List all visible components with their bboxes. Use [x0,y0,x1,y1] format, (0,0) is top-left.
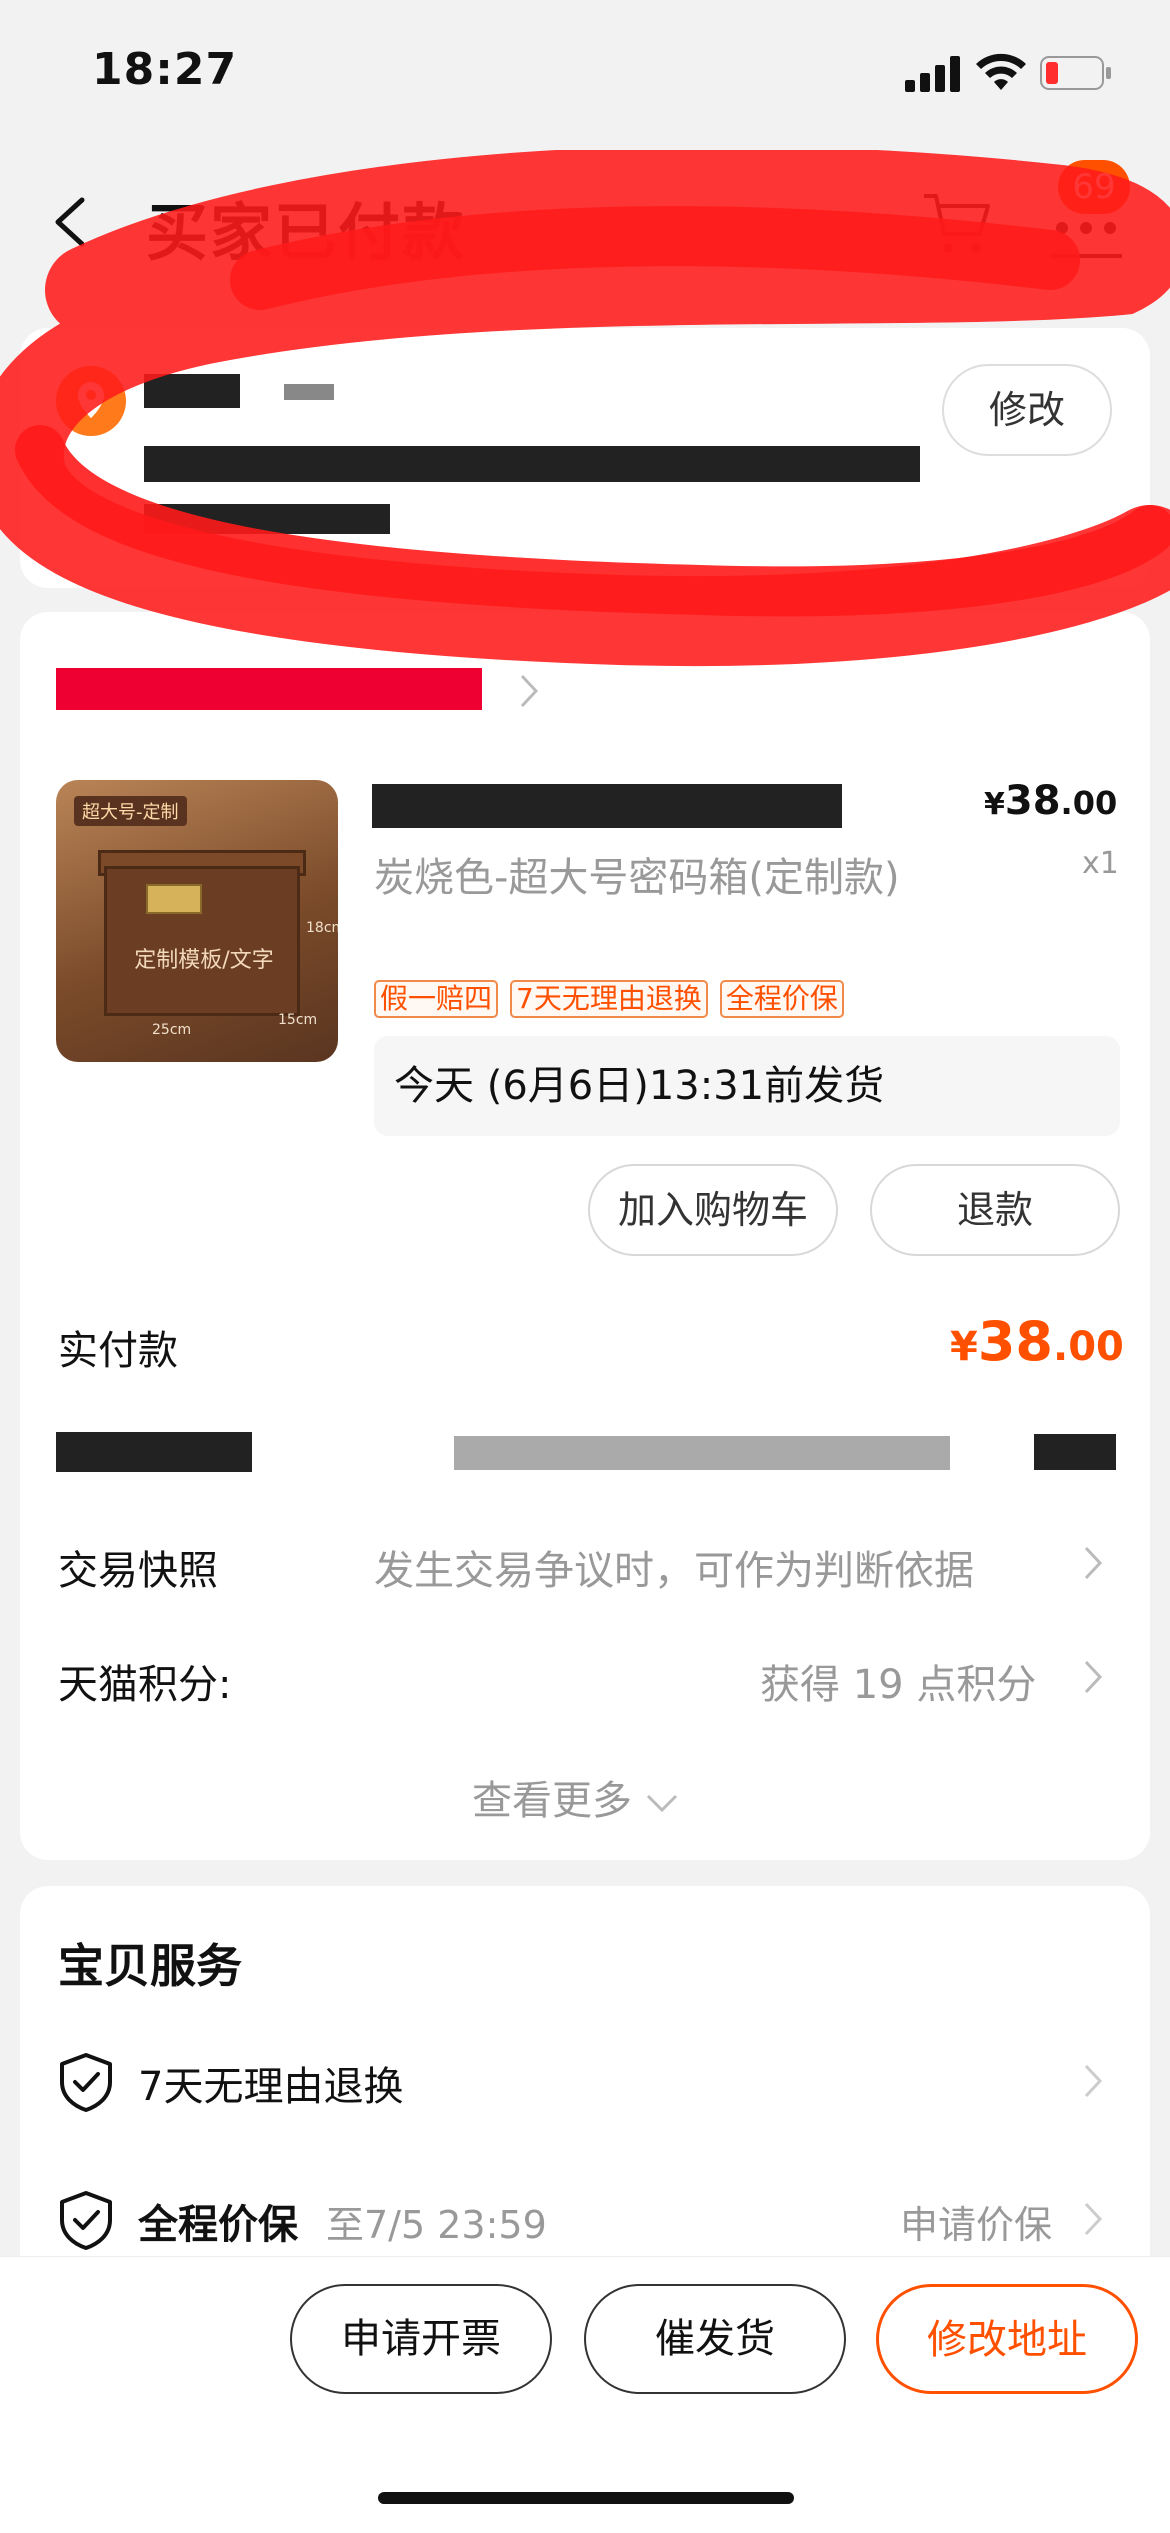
chevron-down-icon [646,1794,677,1813]
see-more-label: 查看更多 [472,1778,632,1824]
price-protection-deadline: 至7/5 23:59 [326,2203,547,2247]
back-arrow-icon[interactable] [52,196,88,248]
redacted-address-line [144,446,920,482]
location-pin-icon [56,366,126,436]
urge-shipment-button[interactable]: 催发货 [584,2284,846,2394]
chevron-right-icon[interactable] [1082,2062,1104,2100]
service-price-protection[interactable]: 全程价保 [138,2192,298,2250]
paid-amount: ¥38.00 [950,1310,1124,1373]
services-title: 宝贝服务 [58,1939,242,1993]
notification-badge: 69 [1058,160,1130,214]
chevron-right-icon[interactable] [1082,1544,1104,1582]
chevron-right-icon[interactable] [1082,1658,1104,1696]
redacted-phone [284,384,334,400]
points-value[interactable]: 获得 19 点积分 [760,1652,1036,1710]
snapshot-value[interactable]: 发生交易争议时，可作为判断依据 [374,1538,974,1596]
apply-price-protection-link[interactable]: 申请价保 [900,2194,1052,2249]
battery-low-icon [1040,56,1111,90]
home-indicator[interactable] [378,2492,794,2504]
cart-icon[interactable] [922,190,992,256]
cellular-signal-icon [905,56,960,92]
status-time: 18:27 [92,44,238,95]
page-title: 买家已付款 [146,196,467,269]
more-menu-icon[interactable] [1046,208,1126,264]
thumbnail-tag: 超大号-定制 [74,796,187,826]
box-body [104,866,300,1016]
thumbnail-dim-width: 25cm [152,1022,192,1038]
tag-7day-return: 7天无理由退换 [510,980,708,1018]
item-tags: 假一赔四 7天无理由退换 全程价保 [374,980,844,1018]
chevron-right-icon[interactable] [1082,2200,1104,2238]
see-more-button[interactable]: 查看更多 [472,1768,679,1826]
item-price: ¥38.00 [984,778,1118,824]
chevron-right-icon[interactable] [518,672,540,710]
paid-label: 实付款 [58,1328,178,1374]
redacted-store-name [56,668,482,710]
service-7day-return[interactable]: 7天无理由退换 [138,2054,403,2112]
points-label: 天猫积分: [58,1662,232,1708]
shield-check-icon [60,2191,112,2250]
redacted-name [144,374,240,408]
redacted-product-title [372,784,842,828]
tag-fake-compensation: 假一赔四 [374,980,499,1018]
thumbnail-dim-depth: 15cm [278,1012,318,1028]
item-quantity: x1 [1082,846,1119,881]
redacted-address-line-2 [144,504,390,534]
request-invoice-button[interactable]: 申请开票 [290,2284,552,2394]
redacted-row-value [454,1436,950,1470]
thumbnail-engraving: 定制模板/文字 [134,948,274,973]
modify-address-button[interactable]: 修改 [942,364,1112,456]
thumbnail-dim-height: 18cm [306,920,338,936]
modify-address-bottom-button[interactable]: 修改地址 [876,2284,1138,2394]
item-sku: 炭烧色-超大号密码箱(定制款) [374,855,900,901]
shipping-deadline: 今天 (6月6日)13:31前发货 [374,1036,1120,1136]
refund-button[interactable]: 退款 [870,1164,1120,1256]
wifi-icon [976,53,1026,90]
redacted-row-label [56,1432,252,1472]
product-thumbnail[interactable]: 超大号-定制 定制模板/文字 18cm 25cm 15cm [56,780,338,1062]
lock-icon [146,884,202,914]
redacted-copy-button [1034,1434,1116,1470]
add-to-cart-button[interactable]: 加入购物车 [588,1164,838,1256]
snapshot-label: 交易快照 [58,1548,218,1594]
shield-check-icon [60,2053,112,2112]
tag-price-protection: 全程价保 [719,980,844,1018]
